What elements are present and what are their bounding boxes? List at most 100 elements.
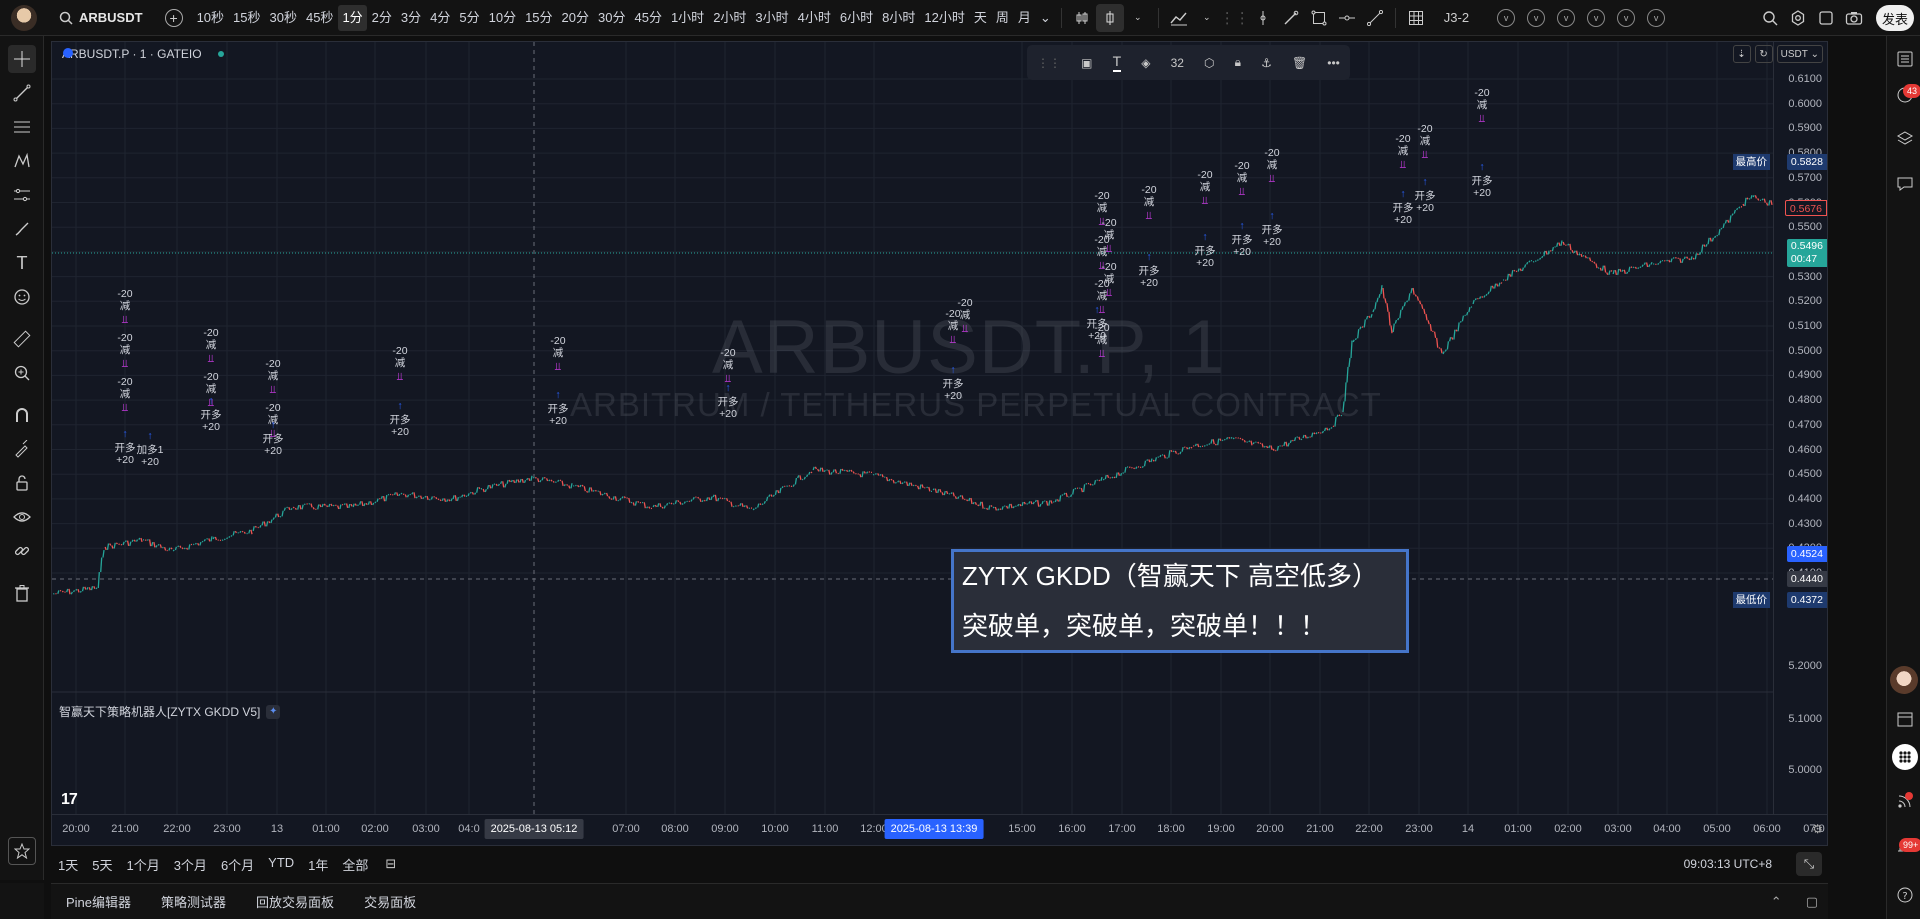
brush-tool-icon[interactable] <box>8 215 36 243</box>
v-toggle-button[interactable]: v <box>1497 8 1516 27</box>
range-button[interactable]: 1天 <box>51 855 85 874</box>
bottom-tab[interactable]: 回放交易面板 <box>241 892 349 911</box>
range-button[interactable]: 1年 <box>301 855 335 874</box>
interval-20[interactable]: 12小时 <box>920 5 968 31</box>
v-toggle-button[interactable]: v <box>1557 8 1576 27</box>
chat-icon[interactable] <box>1892 171 1918 197</box>
gear-icon[interactable] <box>1784 4 1812 32</box>
fullscreen-icon[interactable] <box>1812 4 1840 32</box>
v-toggle-button[interactable]: v <box>1647 8 1666 27</box>
layout-name[interactable]: J3-2 <box>1444 10 1469 25</box>
interval-0[interactable]: 10秒 <box>193 5 228 31</box>
v-toggle-button[interactable]: v <box>1527 8 1546 27</box>
trend-line-icon[interactable] <box>1361 4 1389 32</box>
range-button[interactable]: 6个月 <box>214 855 261 874</box>
zoom-in-icon[interactable] <box>8 359 36 387</box>
forecast-tool-icon[interactable] <box>8 181 36 209</box>
apps-grid-icon[interactable] <box>1892 744 1918 770</box>
interval-14[interactable]: 1小时 <box>667 5 708 31</box>
bar-style-icon[interactable] <box>1068 4 1096 32</box>
vertical-line-icon[interactable] <box>1249 4 1277 32</box>
emoji-tool-icon[interactable] <box>8 283 36 311</box>
pattern-tool-icon[interactable] <box>8 147 36 175</box>
link-icon[interactable] <box>8 537 36 565</box>
interval-1[interactable]: 15秒 <box>229 5 264 31</box>
date-range-icon[interactable]: ⊟ <box>385 856 396 872</box>
text-color-icon[interactable]: T <box>1112 53 1122 72</box>
trendline-tool-icon[interactable] <box>8 79 36 107</box>
interval-17[interactable]: 4小时 <box>794 5 835 31</box>
tradingview-logo[interactable]: 17 <box>61 791 78 809</box>
refresh-icon[interactable]: ↻ <box>1754 45 1773 63</box>
anchor-icon[interactable]: ⚓︎ <box>1261 56 1272 70</box>
settings-icon[interactable]: ⬡ <box>1204 56 1214 70</box>
range-button[interactable]: 全部 <box>335 855 375 874</box>
calendar-icon[interactable] <box>1892 706 1918 732</box>
range-button[interactable]: 3个月 <box>167 855 214 874</box>
interval-23[interactable]: 月 <box>1014 5 1035 31</box>
range-button[interactable]: 5天 <box>85 855 119 874</box>
template-icon[interactable]: ▣ <box>1081 56 1092 70</box>
chart-legend[interactable]: ARBUSDT.P · 1 · GATEIO <box>62 47 224 61</box>
trash-icon[interactable] <box>8 579 36 607</box>
interval-8[interactable]: 5分 <box>455 5 483 31</box>
watchlist-icon[interactable] <box>1892 46 1918 72</box>
symbol-search[interactable]: ARBUSDT <box>59 10 143 25</box>
interval-16[interactable]: 3小时 <box>751 5 792 31</box>
bottom-tab[interactable]: Pine编辑器 <box>51 892 146 911</box>
maximize-panel-icon[interactable]: ⤡ <box>1796 852 1822 876</box>
trash-icon[interactable]: 🗑︎ <box>1292 56 1307 70</box>
v-toggle-button[interactable]: v <box>1587 8 1606 27</box>
interval-11[interactable]: 20分 <box>558 5 593 31</box>
font-size-value[interactable]: 32 <box>1171 56 1184 70</box>
favorites-star-icon[interactable] <box>8 837 36 865</box>
user-avatar[interactable] <box>11 4 37 31</box>
clock-timezone[interactable]: 09:03:13 UTC+8 <box>1684 857 1772 871</box>
interval-6[interactable]: 3分 <box>397 5 425 31</box>
indicators-icon[interactable] <box>1165 4 1193 32</box>
stay-in-drawing-icon[interactable] <box>8 435 36 463</box>
interval-12[interactable]: 30分 <box>594 5 629 31</box>
quick-search-icon[interactable] <box>1756 4 1784 32</box>
more-icon[interactable]: ••• <box>1327 56 1340 70</box>
interval-9[interactable]: 10分 <box>485 5 520 31</box>
interval-21[interactable]: 天 <box>970 5 991 31</box>
interval-13[interactable]: 45分 <box>630 5 665 31</box>
interval-19[interactable]: 8小时 <box>878 5 919 31</box>
chart-pane[interactable]: ARBUSDT.P, 1 ARBITRUM / TETHERUS PERPETU… <box>51 41 1828 846</box>
fill-bucket-icon[interactable]: ◈ <box>1141 56 1150 70</box>
interval-4[interactable]: 1分 <box>338 4 367 31</box>
interval-10[interactable]: 15分 <box>521 5 556 31</box>
drag-handle-icon[interactable]: ⋮⋮ <box>1037 56 1061 70</box>
bottom-tab[interactable]: 交易面板 <box>349 892 431 911</box>
interval-7[interactable]: 4分 <box>426 5 454 31</box>
download-icon[interactable]: ⇣ <box>1732 45 1751 63</box>
chevron-down-icon[interactable]: ⌄ <box>1193 4 1221 32</box>
range-button[interactable]: 1个月 <box>119 855 166 874</box>
range-button[interactable]: YTD <box>261 855 301 874</box>
drawing-floating-toolbar[interactable]: ⋮⋮ ▣ T ◈ 32 ⬡ 🔒︎ ⚓︎ 🗑︎ ••• <box>1027 45 1350 80</box>
lock-icon[interactable] <box>8 469 36 497</box>
maximize-icon[interactable]: ▢ <box>1806 894 1818 910</box>
currency-select[interactable]: USDT ⌄ <box>1776 45 1823 63</box>
crosshair-icon[interactable] <box>8 45 36 73</box>
indicator-legend[interactable]: 智赢天下策略机器人[ZYTX GKDD V5] ✦ <box>59 703 281 720</box>
chevron-up-icon[interactable]: ⌃ <box>1771 894 1782 910</box>
help-icon[interactable]: ? <box>1892 882 1918 908</box>
magnet-icon[interactable] <box>8 401 36 429</box>
drag-handle-icon[interactable]: ⋮⋮ <box>1220 4 1250 32</box>
compare-symbol-button[interactable]: + <box>164 8 183 27</box>
fib-tool-icon[interactable] <box>8 113 36 141</box>
signal-stream-icon[interactable] <box>1892 788 1918 814</box>
interval-2[interactable]: 30秒 <box>266 5 301 31</box>
layers-icon[interactable] <box>1892 126 1918 152</box>
publish-button[interactable]: 发表 <box>1876 5 1914 31</box>
interval-15[interactable]: 2小时 <box>709 5 750 31</box>
interval-18[interactable]: 6小时 <box>836 5 877 31</box>
callout-textbox[interactable]: ZYTX GKDD（智赢天下 高空低多） 突破单，突破单，突破单！！！ <box>951 549 1409 653</box>
candles-icon[interactable] <box>1095 3 1124 32</box>
interval-more-icon[interactable]: ⌄ <box>1036 5 1055 31</box>
ruler-icon[interactable] <box>8 325 36 353</box>
v-toggle-button[interactable]: v <box>1617 8 1636 27</box>
text-tool-icon[interactable]: T <box>8 249 36 277</box>
